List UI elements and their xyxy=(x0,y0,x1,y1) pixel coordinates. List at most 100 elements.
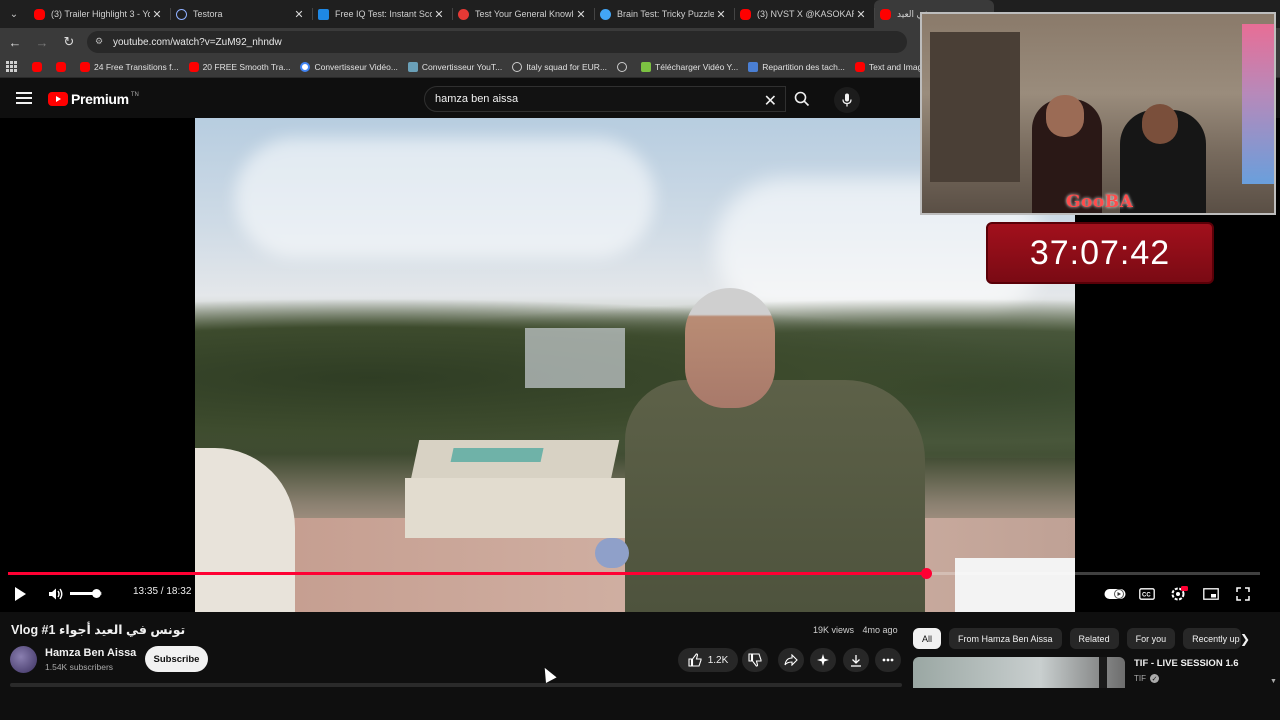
volume-handle[interactable] xyxy=(91,589,101,598)
share-icon xyxy=(784,654,798,666)
browser-tab[interactable]: Testora ✕ xyxy=(170,0,312,28)
fullscreen-icon xyxy=(1236,587,1250,601)
bookmark-label: 24 Free Transitions f... xyxy=(94,61,179,72)
browser-tab[interactable]: Test Your General Knowled ✕ xyxy=(452,0,594,28)
reload-icon[interactable]: ↻ xyxy=(57,30,81,54)
share-button[interactable] xyxy=(778,648,804,672)
settings-gear-icon xyxy=(1171,586,1188,601)
progress-scrubber[interactable] xyxy=(920,568,932,579)
bookmark-label: Repartition des tach... xyxy=(762,61,845,72)
download-icon xyxy=(851,654,861,667)
close-tab-icon[interactable]: ✕ xyxy=(432,8,446,21)
chip-related[interactable]: Related xyxy=(1069,628,1119,649)
bookmark-item[interactable]: Italy squad for EUR... xyxy=(512,61,608,72)
voice-search-button[interactable] xyxy=(834,87,860,113)
bookmark-label: Italy squad for EUR... xyxy=(526,61,608,72)
like-button[interactable]: 1.2K xyxy=(678,648,738,672)
menu-icon[interactable] xyxy=(16,92,32,104)
thumbs-up-icon xyxy=(688,653,702,667)
bookmark-item[interactable] xyxy=(32,61,46,72)
close-tab-icon[interactable]: ✕ xyxy=(292,8,306,21)
bookmark-item[interactable]: Convertisseur Vidéo... xyxy=(300,61,398,72)
forward-arrow-icon[interactable]: → xyxy=(30,30,54,54)
browser-tab[interactable]: (3) Trailer Highlight 3 - You ✕ xyxy=(28,0,170,28)
bookmark-item[interactable]: 20 FREE Smooth Tra... xyxy=(188,61,291,72)
bookmark-item[interactable]: Télécharger Vidéo Y... xyxy=(641,61,738,72)
dislike-button[interactable] xyxy=(742,648,768,672)
volume-icon xyxy=(49,588,63,600)
channel-name[interactable]: Hamza Ben Aissa xyxy=(45,647,136,659)
autoplay-toggle-icon xyxy=(1104,589,1126,599)
logo-region: TN xyxy=(130,91,139,98)
captions-button[interactable]: CC xyxy=(1136,584,1158,604)
search-input[interactable]: hamza ben aissa ✕ xyxy=(424,86,786,112)
close-tab-icon[interactable]: ✕ xyxy=(574,8,588,21)
tab-title: (3) NVST X @KASOKARIM xyxy=(757,9,854,19)
miniplayer-button[interactable] xyxy=(1200,584,1222,604)
play-button[interactable] xyxy=(13,584,27,604)
tab-title: Test Your General Knowled xyxy=(475,9,574,19)
related-video-channel[interactable]: TIF ✓ xyxy=(1134,674,1159,683)
related-video-thumbnail[interactable] xyxy=(913,657,1125,688)
clear-search-icon[interactable]: ✕ xyxy=(764,91,777,111)
microphone-icon xyxy=(842,93,852,107)
browser-tab[interactable]: Free IQ Test: Instant Score ✕ xyxy=(312,0,452,28)
bookmark-label: Convertisseur YouT... xyxy=(421,61,503,72)
bookmark-item[interactable] xyxy=(617,61,631,72)
chip-from-channel[interactable]: From Hamza Ben Aissa xyxy=(949,628,1062,649)
settings-button[interactable] xyxy=(1168,584,1190,604)
search-button[interactable] xyxy=(786,86,818,112)
logo-word: Premium xyxy=(71,91,129,107)
chip-all[interactable]: All xyxy=(913,628,942,649)
svg-text:CC: CC xyxy=(1142,593,1151,599)
globe-icon xyxy=(617,61,628,72)
mouse-cursor-icon xyxy=(539,665,557,683)
browser-tab[interactable]: Brain Test: Tricky Puzzles - ✕ xyxy=(594,0,734,28)
related-filter-chips: All From Hamza Ben Aissa Related For you… xyxy=(913,628,1249,649)
tab-title: Brain Test: Tricky Puzzles - xyxy=(617,9,714,19)
autoplay-toggle[interactable] xyxy=(1103,584,1127,604)
scroll-down-arrow-icon[interactable]: ▼ xyxy=(1270,678,1277,685)
brain-icon xyxy=(600,8,611,20)
fullscreen-button[interactable] xyxy=(1232,584,1254,604)
download-icon xyxy=(641,61,652,72)
webcam-tag: GooBA xyxy=(1066,192,1134,212)
ask-button[interactable] xyxy=(810,648,836,672)
bookmark-item[interactable] xyxy=(56,61,70,72)
video-title: تونس في العيد أجواء Vlog #1 xyxy=(11,623,186,637)
site-info-icon[interactable]: ⚙ xyxy=(95,36,107,48)
progress-fill xyxy=(8,572,926,575)
related-video-title[interactable]: TIF - LIVE SESSION 1.6 xyxy=(1134,658,1239,669)
subscriber-count: 1.54K subscribers xyxy=(45,662,114,672)
bookmark-item[interactable]: Convertisseur YouT... xyxy=(407,61,503,72)
download-button[interactable] xyxy=(843,648,869,672)
youtube-icon xyxy=(56,61,66,72)
url-input[interactable]: ⚙ youtube.com/watch?v=ZuM92_nhndw xyxy=(87,31,907,53)
more-actions-button[interactable] xyxy=(875,648,901,672)
bookmark-label: 20 FREE Smooth Tra... xyxy=(202,61,291,72)
chip-recently-uploaded[interactable]: Recently up xyxy=(1183,628,1242,649)
youtube-icon xyxy=(34,8,45,20)
chip-for-you[interactable]: For you xyxy=(1126,628,1176,649)
mute-button[interactable] xyxy=(48,584,64,604)
youtube-icon xyxy=(32,61,42,72)
miniplayer-icon xyxy=(1203,588,1219,600)
bookmark-item[interactable]: 24 Free Transitions f... xyxy=(80,61,179,72)
horizontal-scrollbar[interactable] xyxy=(10,683,902,687)
youtube-logo[interactable]: Premium TN xyxy=(48,91,139,107)
close-tab-icon[interactable]: ✕ xyxy=(714,8,728,21)
channel-avatar[interactable] xyxy=(10,646,37,673)
apps-grid-icon[interactable] xyxy=(6,60,18,73)
webcam-overlay: GooBA xyxy=(920,12,1276,215)
close-tab-icon[interactable]: ✕ xyxy=(854,8,868,21)
browser-tab[interactable]: (3) NVST X @KASOKARIM ✕ xyxy=(734,0,874,28)
back-arrow-icon[interactable]: ← xyxy=(3,30,27,54)
subscribe-button[interactable]: Subscribe xyxy=(145,646,208,672)
bookmark-item[interactable]: Repartition des tach... xyxy=(748,61,845,72)
youtube-icon xyxy=(854,61,865,72)
close-tab-icon[interactable]: ✕ xyxy=(150,8,164,21)
chevron-right-icon[interactable]: ❯ xyxy=(1236,630,1254,648)
progress-bar[interactable] xyxy=(8,568,1260,579)
youtube-icon xyxy=(188,61,199,72)
tab-search-chevron-icon[interactable]: ⌄ xyxy=(0,0,28,28)
